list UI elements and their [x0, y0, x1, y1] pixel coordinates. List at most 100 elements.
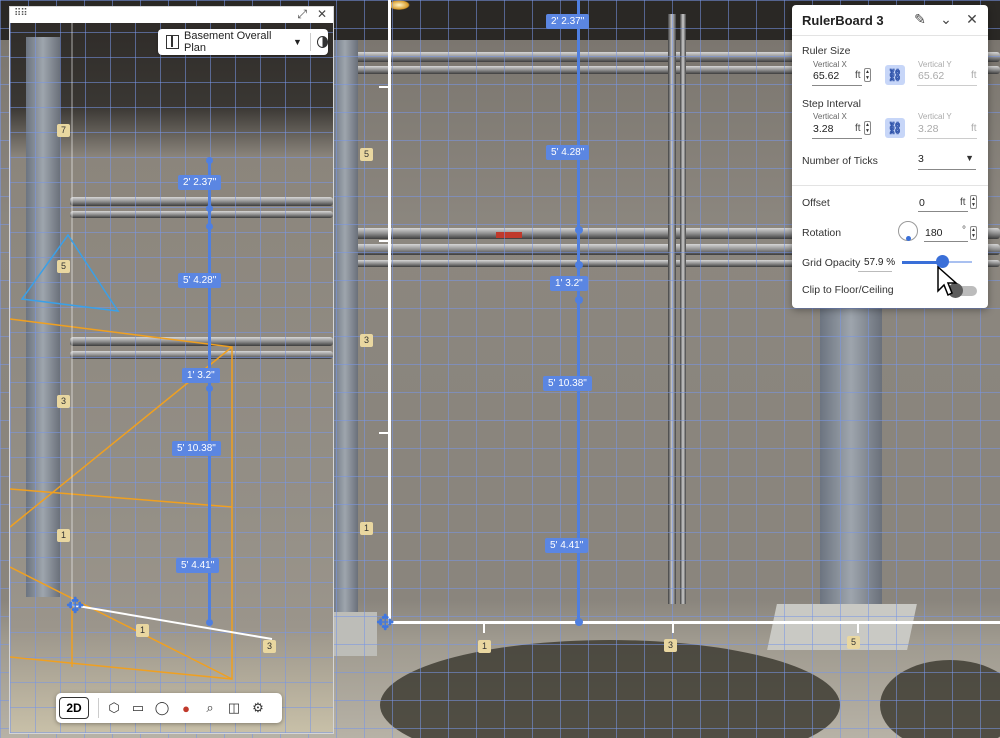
axis-tick: [483, 623, 485, 633]
unit-label: ft: [855, 70, 861, 81]
clip-label: Clip to Floor/Ceiling: [802, 284, 894, 296]
ruler-segment-label: 1' 3.2": [182, 368, 220, 383]
grid-number-badge: 5: [57, 260, 70, 273]
mouse-cursor-icon: [937, 265, 958, 297]
floor-stain: [880, 660, 1000, 738]
grid-number-badge: 3: [360, 334, 373, 347]
offset-input[interactable]: 0: [919, 197, 925, 209]
ruler-segment-label: 5' 4.41": [545, 538, 589, 553]
ticks-select[interactable]: 3 ▼: [918, 151, 976, 170]
grid-number-badge: 5: [360, 148, 373, 161]
step-interval-vx-input[interactable]: 3.28: [813, 123, 833, 135]
rotation-input[interactable]: 180: [925, 227, 943, 239]
rotation-stepper[interactable]: ▲ ▼: [970, 226, 977, 240]
ticks-value: 3: [918, 153, 924, 165]
ruler-segment-label: 5' 4.41": [176, 558, 220, 573]
unit-label: ft: [971, 70, 977, 81]
ruler-segment-label: 2' 2.37": [178, 175, 222, 190]
ticks-label: Number of Ticks: [802, 155, 878, 167]
grid-opacity-label: Grid Opacity: [802, 257, 861, 269]
rotation-dial-handle[interactable]: [906, 236, 911, 241]
camera-icon[interactable]: ▭: [126, 696, 150, 720]
vertical-pipe: [668, 14, 676, 604]
grid-number-badge: 1: [57, 529, 70, 542]
unit-label: °: [962, 225, 966, 236]
ruler-node[interactable]: [575, 261, 583, 269]
chevron-down-icon[interactable]: ⌄: [937, 11, 955, 28]
axis-tick: [379, 432, 389, 434]
3d-view-icon[interactable]: ⬡: [102, 696, 126, 720]
ruler-segment-label: 1' 3.2": [550, 276, 588, 291]
unit-label: ft: [971, 123, 977, 134]
pencil-icon[interactable]: ✎: [911, 11, 929, 28]
ruler-node[interactable]: [575, 618, 583, 626]
axis-tick: [379, 86, 389, 88]
search-zoom-icon[interactable]: ⌕: [198, 696, 222, 720]
panel-title: RulerBoard 3: [802, 13, 884, 28]
vertical-axis-line: [388, 0, 391, 624]
step-interval-vy-input[interactable]: 3.28: [918, 123, 938, 135]
column-base: [767, 604, 917, 650]
grid-number-badge: 3: [664, 639, 677, 652]
axis-tick: [857, 623, 859, 633]
settings-icon[interactable]: ⚙: [246, 696, 270, 720]
caret-down-icon: ▼: [965, 153, 974, 163]
step-interval-label: Step Interval: [802, 98, 861, 110]
ruler-size-label: Ruler Size: [802, 45, 851, 57]
ruler-node[interactable]: [206, 619, 213, 626]
ruler-segment-label: 5' 10.38": [543, 376, 592, 391]
step-interval-vx-label: Vertical X: [813, 112, 847, 121]
axis-tick: [379, 240, 389, 242]
close-icon[interactable]: ✕: [963, 11, 981, 28]
mode-2d-button[interactable]: 2D: [59, 697, 89, 719]
measure-icon[interactable]: ◫: [222, 696, 246, 720]
move-handle-icon[interactable]: ✥: [66, 595, 84, 617]
offset-stepper[interactable]: ▲ ▼: [970, 195, 977, 209]
vertical-pipe: [680, 14, 686, 604]
link-icon[interactable]: ⛓: [885, 65, 905, 85]
rulerboard-panel: RulerBoard 3 ✎ ⌄ ✕ Ruler Size Vertical X…: [792, 5, 988, 308]
ruler-node[interactable]: [206, 157, 213, 164]
grid-number-badge: 1: [478, 640, 491, 653]
link-icon[interactable]: ⛓: [885, 118, 905, 138]
steel-column: [820, 300, 882, 620]
offset-label: Offset: [802, 197, 830, 209]
step-interval-vy-label: Vertical Y: [918, 112, 952, 121]
ruler-size-vy-label: Vertical Y: [918, 60, 952, 69]
unit-label: ft: [855, 123, 861, 134]
ruler-size-vx-stepper[interactable]: ▲ ▼: [864, 68, 871, 82]
ruler-size-vx-label: Vertical X: [813, 60, 847, 69]
axis-tick: [672, 623, 674, 633]
layers-icon[interactable]: ●: [174, 696, 198, 720]
floorplan-overlay: [10, 7, 273, 680]
steel-column: [332, 40, 358, 620]
ceiling-light: [388, 0, 410, 10]
ruler-node[interactable]: [575, 296, 583, 304]
overview-panel[interactable]: ⠿⠿ ⤢ ✕ Basement Overall Plan ▼ 2' 2.37" …: [9, 6, 334, 734]
ruler-segment-label: 5' 4.28": [546, 145, 590, 160]
grid-number-badge: 1: [360, 522, 373, 535]
ruler-segment-label: 5' 4.28": [178, 273, 222, 288]
move-handle-icon[interactable]: ✥: [376, 612, 394, 634]
ruler-node[interactable]: [206, 205, 213, 212]
ruler-size-vy-input[interactable]: 65.62: [918, 70, 944, 82]
measurement-ruler[interactable]: [577, 0, 580, 622]
grid-number-badge: 5: [847, 636, 860, 649]
grid-number-badge: 7: [57, 124, 70, 137]
grid-number-badge: 3: [57, 395, 70, 408]
floor-stain: [380, 640, 840, 738]
ruler-size-vx-input[interactable]: 65.62: [813, 70, 839, 82]
ruler-node[interactable]: [206, 385, 213, 392]
view-toolbar: 2D ⬡ ▭ ◯ ● ⌕ ◫ ⚙: [56, 693, 282, 723]
ruler-node[interactable]: [206, 223, 213, 230]
red-pipe-fitting: [496, 232, 522, 238]
grid-number-badge: 3: [263, 640, 276, 653]
ruler-node[interactable]: [575, 226, 583, 234]
sphere-icon[interactable]: ◯: [150, 696, 174, 720]
grid-number-badge: 1: [136, 624, 149, 637]
ruler-segment-label: 2' 2.37": [546, 14, 590, 29]
grid-opacity-value[interactable]: 57.9 %: [864, 257, 895, 268]
step-interval-vx-stepper[interactable]: ▲ ▼: [864, 121, 871, 135]
ruler-segment-label: 5' 10.38": [172, 441, 221, 456]
floor-axis-line: [388, 621, 1000, 624]
